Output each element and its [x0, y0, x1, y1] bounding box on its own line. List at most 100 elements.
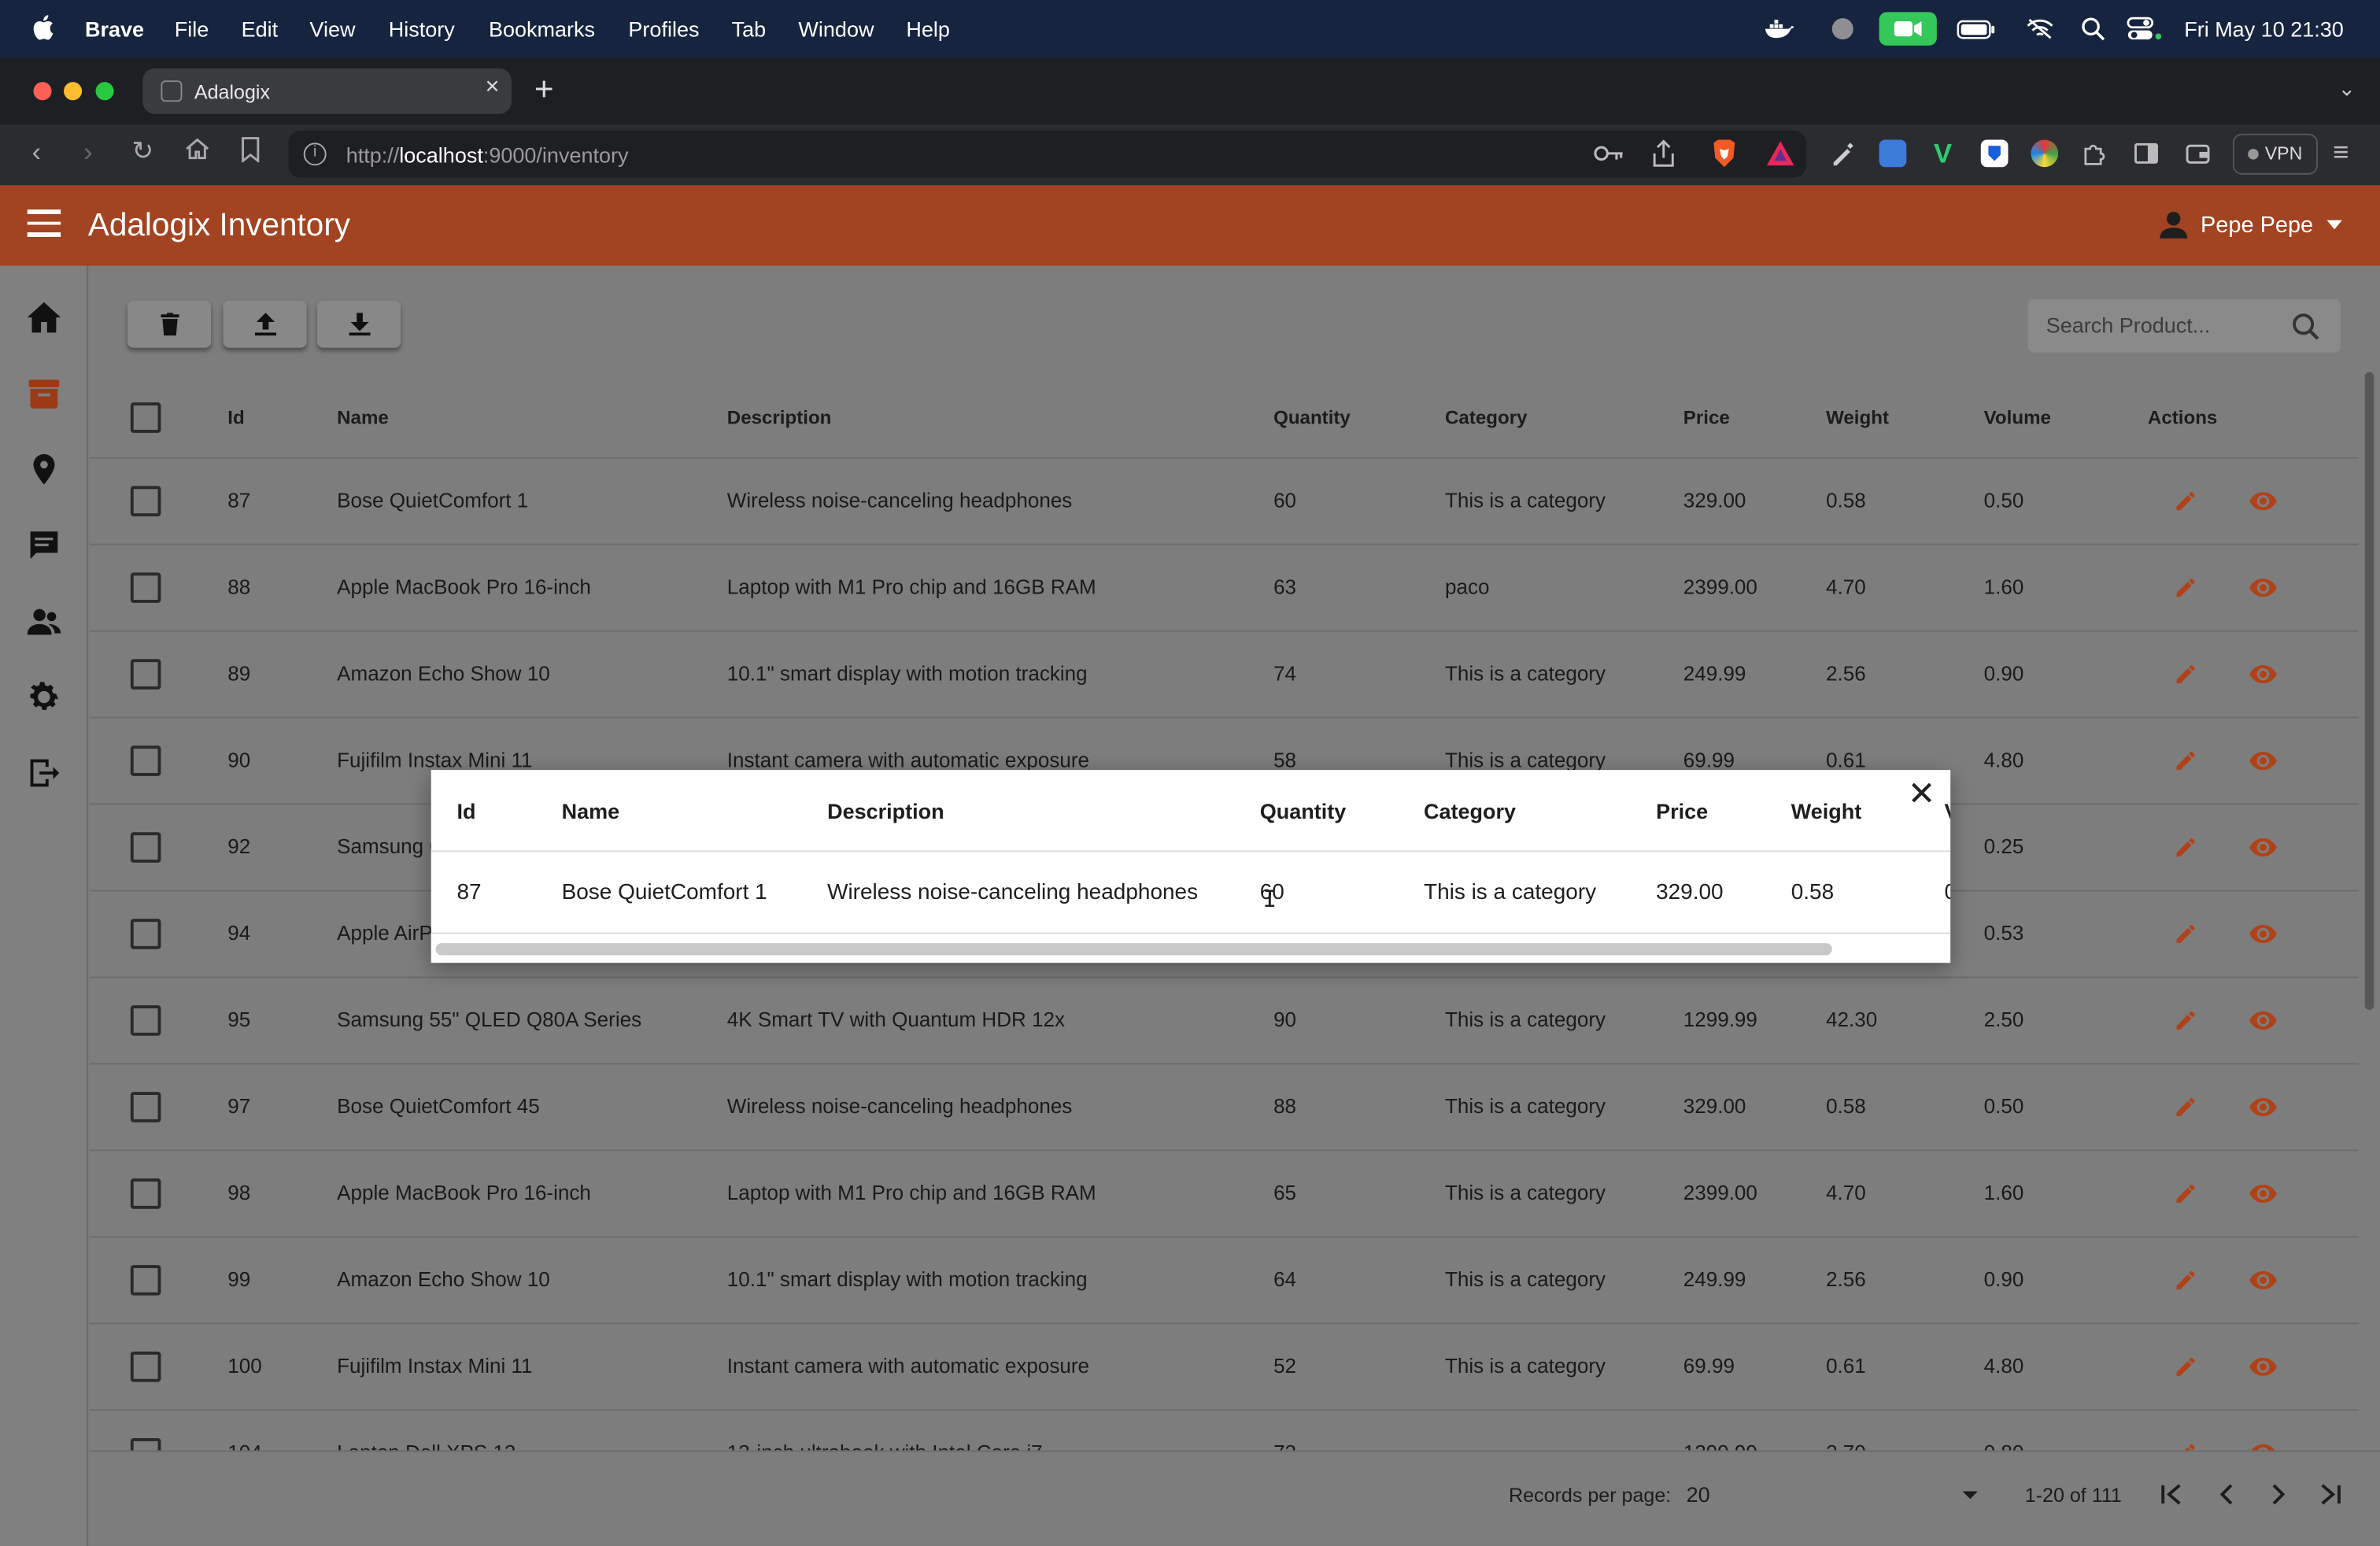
view-eye-icon[interactable]: [2249, 665, 2277, 684]
back-arrow-icon[interactable]: ‹: [18, 137, 54, 169]
color-wheel-extension-icon[interactable]: [2031, 139, 2059, 168]
edit-pencil-icon[interactable]: [2174, 835, 2198, 860]
folder-extension-icon[interactable]: [1879, 139, 1907, 168]
reload-icon[interactable]: ↻: [124, 137, 161, 168]
view-eye-icon[interactable]: [2249, 1011, 2277, 1030]
menu-brave[interactable]: Brave: [85, 17, 144, 41]
menu-profiles[interactable]: Profiles: [628, 17, 699, 41]
table-row[interactable]: 99 Amazon Echo Show 10 10.1" smart display…: [89, 1237, 2359, 1325]
row-checkbox[interactable]: [130, 659, 161, 690]
popup-horizontal-scrollbar[interactable]: [435, 943, 1832, 956]
extensions-puzzle-icon[interactable]: [2081, 139, 2108, 167]
col-name[interactable]: Name: [337, 407, 389, 428]
view-eye-icon[interactable]: [2249, 924, 2277, 944]
row-checkbox[interactable]: [130, 919, 161, 949]
view-eye-icon[interactable]: [2249, 838, 2277, 857]
view-eye-icon[interactable]: [2249, 1097, 2277, 1117]
table-row[interactable]: 100 Fujifilm Instax Mini 11 Instant camera…: [89, 1324, 2359, 1411]
menu-file[interactable]: File: [175, 17, 209, 41]
view-eye-icon[interactable]: [2249, 1270, 2277, 1289]
row-checkbox[interactable]: [130, 1265, 161, 1296]
sidebar-toggle-icon[interactable]: [2133, 139, 2160, 167]
view-eye-icon[interactable]: [2249, 1357, 2277, 1376]
password-key-icon[interactable]: [1594, 142, 1624, 168]
view-eye-icon[interactable]: [2249, 1184, 2277, 1203]
row-checkbox[interactable]: [130, 1438, 161, 1451]
tab-search-chevron-icon[interactable]: ⌄: [2338, 76, 2356, 102]
apple-icon[interactable]: [31, 13, 55, 41]
col-description[interactable]: Description: [727, 407, 832, 428]
menu-help[interactable]: Help: [906, 17, 950, 41]
share-icon[interactable]: [1651, 139, 1676, 172]
edit-pencil-icon[interactable]: [2174, 1008, 2198, 1033]
select-all-checkbox[interactable]: [130, 402, 161, 433]
wallet-icon[interactable]: [2184, 139, 2212, 167]
vue-devtools-extension-icon[interactable]: V: [1929, 139, 1957, 167]
view-eye-icon[interactable]: [2249, 1444, 2277, 1451]
table-row[interactable]: 98 Apple MacBook Pro 16-inch Laptop with M…: [89, 1151, 2359, 1238]
col-id[interactable]: Id: [227, 407, 244, 428]
delete-button[interactable]: [127, 300, 212, 348]
row-checkbox[interactable]: [130, 1092, 161, 1123]
edit-pencil-icon[interactable]: [2174, 575, 2198, 600]
edit-pencil-icon[interactable]: [2174, 1182, 2198, 1206]
popup-close-icon[interactable]: ✕: [1905, 774, 1938, 815]
records-per-page-select[interactable]: 20: [1680, 1473, 1991, 1518]
menubar-clock[interactable]: Fri May 10 21:30: [2184, 17, 2344, 41]
wifi-off-icon[interactable]: [2025, 12, 2056, 45]
browser-menu-icon[interactable]: ≡: [2333, 139, 2360, 167]
browser-tab-adalogix[interactable]: Adalogix ×: [142, 68, 512, 114]
site-info-icon[interactable]: i: [303, 142, 327, 166]
row-checkbox[interactable]: [130, 832, 161, 863]
url-text[interactable]: http://localhost:9000/inventory: [346, 142, 629, 167]
search-icon[interactable]: [2292, 313, 2319, 340]
view-eye-icon[interactable]: [2249, 492, 2277, 511]
product-search-field[interactable]: Search Product...: [2027, 299, 2341, 353]
users-group-icon[interactable]: [26, 603, 62, 639]
view-eye-icon[interactable]: [2249, 751, 2277, 771]
brave-rewards-icon[interactable]: [1765, 139, 1796, 172]
user-menu[interactable]: Pepe Pepe: [2158, 209, 2344, 240]
window-minimize-button[interactable]: [63, 82, 83, 101]
col-quantity[interactable]: Quantity: [1273, 407, 1351, 428]
messages-icon[interactable]: [26, 527, 62, 563]
menu-bookmarks[interactable]: Bookmarks: [489, 17, 595, 41]
edit-pencil-icon[interactable]: [2174, 922, 2198, 946]
col-price[interactable]: Price: [1683, 407, 1730, 428]
download-button[interactable]: [317, 300, 401, 348]
menu-edit[interactable]: Edit: [242, 17, 279, 41]
edit-pencil-icon[interactable]: [2174, 662, 2198, 686]
address-bar[interactable]: i http://localhost:9000/inventory: [288, 130, 1806, 178]
bitwarden-extension-icon[interactable]: [1980, 139, 2009, 168]
inventory-archive-icon[interactable]: [26, 375, 62, 412]
tab-close-icon[interactable]: ×: [485, 75, 499, 102]
col-volume[interactable]: Volume: [1984, 407, 2051, 428]
view-eye-icon[interactable]: [2249, 579, 2277, 597]
menu-tab[interactable]: Tab: [732, 17, 767, 41]
forward-arrow-icon[interactable]: ›: [70, 137, 106, 169]
spotlight-search-icon[interactable]: [2079, 12, 2107, 45]
edit-pencil-icon[interactable]: [2174, 749, 2198, 773]
edit-pencil-icon[interactable]: [2174, 1355, 2198, 1379]
window-zoom-button[interactable]: [95, 82, 114, 101]
previous-page-icon[interactable]: [2215, 1482, 2239, 1507]
menu-history[interactable]: History: [389, 17, 455, 41]
table-row[interactable]: 104 Laptop Dell XPS 13 13-inch ultrabook w…: [90, 1411, 2359, 1451]
bookmark-icon[interactable]: [232, 137, 268, 170]
row-checkbox[interactable]: [130, 1352, 161, 1382]
edit-pencil-icon[interactable]: [2174, 1095, 2198, 1119]
vertical-scrollbar[interactable]: [2360, 372, 2378, 1010]
table-row[interactable]: 95 Samsung 55" QLED Q80A Series 4K Smart T…: [89, 978, 2359, 1065]
first-page-icon[interactable]: [2160, 1482, 2184, 1507]
row-checkbox[interactable]: [130, 1005, 161, 1036]
brave-shields-icon[interactable]: [1710, 139, 1738, 173]
docker-icon[interactable]: [1764, 12, 1794, 45]
row-checkbox[interactable]: [130, 745, 161, 776]
menu-window[interactable]: Window: [798, 17, 874, 41]
row-checkbox[interactable]: [130, 486, 161, 516]
edit-pencil-icon[interactable]: [2174, 1268, 2198, 1293]
row-checkbox[interactable]: [130, 572, 161, 603]
col-category[interactable]: Category: [1445, 407, 1528, 428]
battery-icon[interactable]: [1955, 12, 1998, 45]
table-row[interactable]: 89 Amazon Echo Show 10 10.1" smart display…: [89, 632, 2359, 719]
